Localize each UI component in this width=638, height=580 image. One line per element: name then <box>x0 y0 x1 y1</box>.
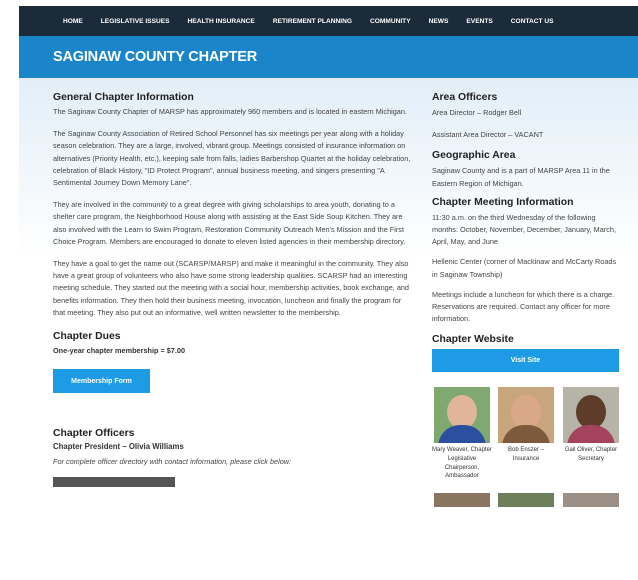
chapter-website-heading: Chapter Website <box>432 334 514 346</box>
officer-card: Gail Oliver, Chapter Secretary <box>560 387 622 480</box>
officer-card: Mary Weaver, Chapter Legislative Chairpe… <box>432 387 492 480</box>
page-title: SAGINAW COUNTY CHAPTER <box>53 49 257 65</box>
shirt-shape <box>502 425 550 444</box>
nav-legislative-issues[interactable]: LEGISLATIVE ISSUES <box>101 18 170 25</box>
general-info-heading: General Chapter Information <box>53 92 194 103</box>
officer-caption: Gail Oliver, Chapter Secretary <box>564 447 618 463</box>
officer-photos-row: Mary Weaver, Chapter Legislative Chairpe… <box>432 387 622 480</box>
meeting-info-heading: Chapter Meeting Information <box>432 196 574 208</box>
general-info-paragraph-1: The Saginaw County Chapter of MARSP has … <box>53 107 407 116</box>
sidebar: Area Officers Area Director – Rodger Bel… <box>432 92 622 507</box>
nav-events[interactable]: EVENTS <box>466 18 492 25</box>
face-shape <box>447 395 477 430</box>
nav-retirement-planning[interactable]: RETIREMENT PLANNING <box>273 18 352 25</box>
officer-photos-row-2 <box>432 492 622 507</box>
general-info-paragraph-3: They are involved in the community to a … <box>53 200 406 246</box>
geographic-area-text: Saginaw County and is a part of MARSP Ar… <box>432 166 610 188</box>
chapter-officers-heading: Chapter Officers <box>53 428 135 440</box>
officer-caption: Bob Enszer – Insurance <box>507 447 545 463</box>
shirt-shape <box>567 425 615 444</box>
officer-photo <box>434 492 490 507</box>
general-info-paragraph-4: They have a goal to get the name out (SC… <box>53 259 409 317</box>
meeting-location: Hellenic Center (corner of Mackinaw and … <box>432 257 617 279</box>
face-shape <box>576 395 606 430</box>
meeting-schedule: 11:30 a.m. on the third Wednesday of the… <box>432 212 616 247</box>
directory-note: For complete officer directory with cont… <box>53 457 292 467</box>
visit-site-button[interactable]: Visit Site <box>432 349 619 373</box>
page-banner: SAGINAW COUNTY CHAPTER <box>19 36 638 78</box>
membership-form-button[interactable]: Membership Form <box>53 369 150 394</box>
nav-home[interactable]: HOME <box>63 18 83 25</box>
officer-photo <box>563 492 619 507</box>
assistant-area-director: Assistant Area Director – VACANT <box>432 130 544 140</box>
shirt-shape <box>438 425 486 444</box>
luncheon-info: Meetings include a luncheon for which th… <box>432 289 615 324</box>
area-director: Area Director – Rodger Bell <box>432 108 522 117</box>
officer-directory-button[interactable] <box>53 476 175 487</box>
officer-photo <box>434 387 490 444</box>
geographic-area-heading: Geographic Area <box>432 150 516 162</box>
chapter-president: Chapter President – Olivia Williams <box>53 442 184 452</box>
officer-photo <box>498 387 554 444</box>
main-content: General Chapter Information The Saginaw … <box>53 92 415 487</box>
officer-caption: Mary Weaver, Chapter Legislative Chairpe… <box>432 447 492 480</box>
nav-news[interactable]: NEWS <box>429 18 449 25</box>
officer-card: Bob Enszer – Insurance <box>496 387 556 480</box>
area-officers-heading: Area Officers <box>432 92 498 103</box>
chapter-dues-heading: Chapter Dues <box>53 331 121 343</box>
nav-contact-us[interactable]: CONTACT US <box>511 18 554 25</box>
general-info-paragraph-2: The Saginaw County Association of Retire… <box>53 129 411 188</box>
face-shape <box>511 395 541 430</box>
dues-amount: One-year chapter membership = $7.00 <box>53 346 186 356</box>
nav-community[interactable]: COMMUNITY <box>370 18 411 25</box>
top-navigation: HOME LEGISLATIVE ISSUES HEALTH INSURANCE… <box>19 6 638 36</box>
officer-photo <box>498 492 554 507</box>
officer-photo <box>563 387 619 444</box>
nav-health-insurance[interactable]: HEALTH INSURANCE <box>188 18 255 25</box>
